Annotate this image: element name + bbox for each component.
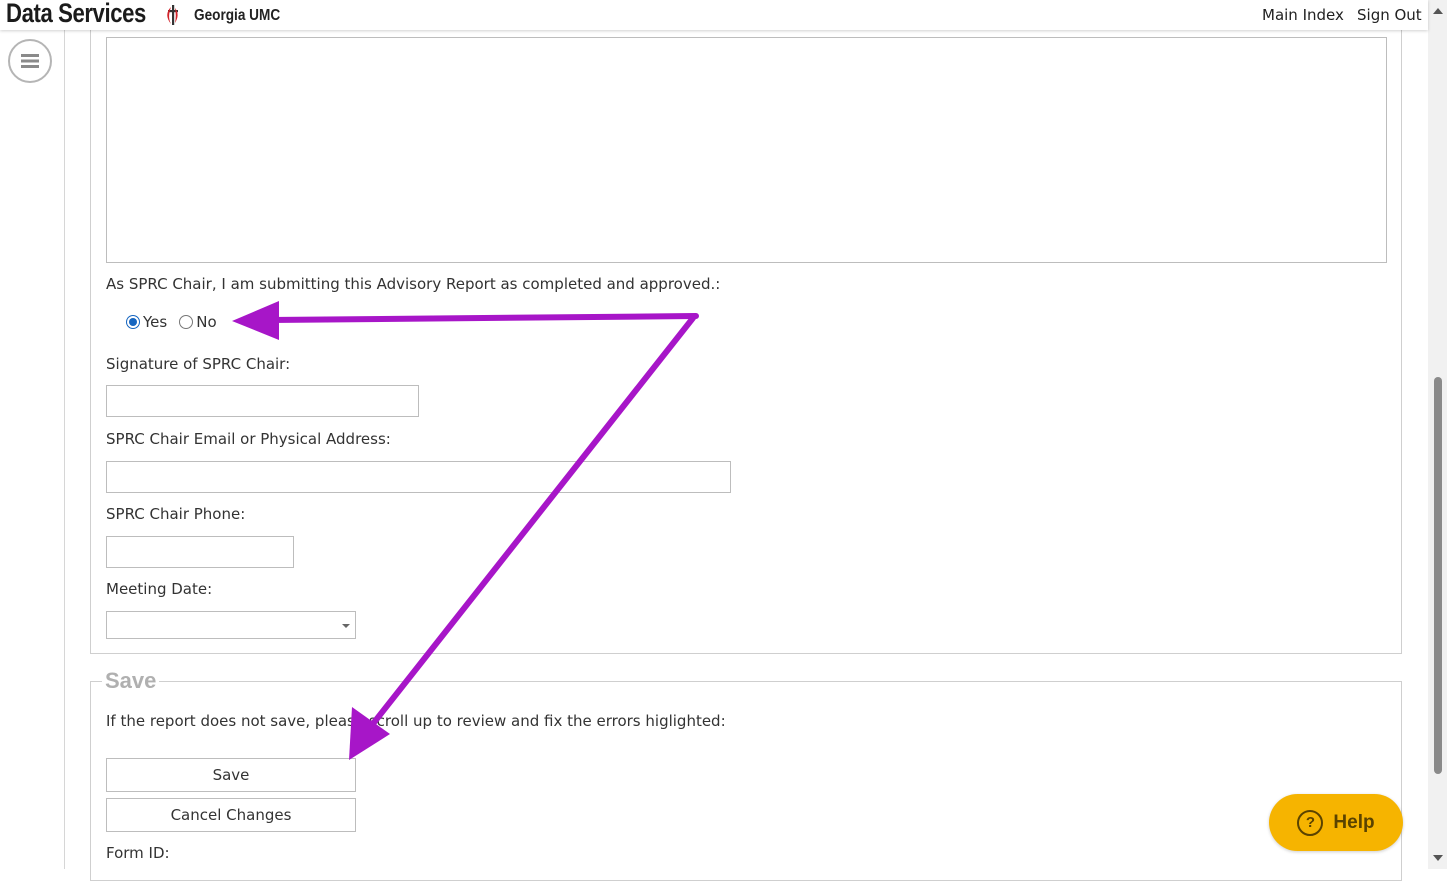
approval-question-label: As SPRC Chair, I am submitting this Advi… <box>106 275 721 293</box>
signature-label: Signature of SPRC Chair: <box>106 355 291 373</box>
email-label: SPRC Chair Email or Physical Address: <box>106 430 391 448</box>
save-button[interactable]: Save <box>106 758 356 792</box>
email-address-input[interactable] <box>106 461 731 493</box>
cancel-changes-button[interactable]: Cancel Changes <box>106 798 356 832</box>
radio-yes-label[interactable]: Yes <box>143 313 167 331</box>
cross-flame-logo-icon <box>167 5 178 25</box>
app-title: Data Services <box>6 0 146 28</box>
vertical-scrollbar[interactable] <box>1428 0 1447 869</box>
signature-input[interactable] <box>106 385 419 417</box>
hamburger-icon <box>21 54 39 68</box>
scroll-up-icon[interactable] <box>1433 8 1443 14</box>
radio-yes[interactable] <box>126 315 140 329</box>
chevron-down-icon <box>342 624 350 628</box>
form-id-label: Form ID: <box>106 844 170 862</box>
question-icon: ? <box>1297 809 1324 836</box>
save-instructions: If the report does not save, please scro… <box>106 712 726 730</box>
org-name: Georgia UMC <box>194 7 281 24</box>
top-bar: Data Services Georgia UMC Main Index Sig… <box>0 0 1428 30</box>
scroll-thumb[interactable] <box>1434 377 1442 774</box>
phone-input[interactable] <box>106 536 294 568</box>
save-legend: Save <box>102 668 160 694</box>
main-index-link[interactable]: Main Index <box>1262 6 1344 24</box>
radio-no-label[interactable]: No <box>196 313 216 331</box>
approval-radio-group: Yes No <box>126 312 229 332</box>
help-label: Help <box>1333 811 1375 833</box>
phone-label: SPRC Chair Phone: <box>106 505 246 523</box>
help-button[interactable]: ? Help <box>1269 794 1403 851</box>
meeting-date-select[interactable] <box>106 611 356 639</box>
radio-no[interactable] <box>179 315 194 329</box>
meeting-date-label: Meeting Date: <box>106 580 213 598</box>
scroll-down-icon[interactable] <box>1433 855 1443 861</box>
sign-out-link[interactable]: Sign Out <box>1357 6 1422 24</box>
comments-textarea[interactable] <box>106 37 1387 263</box>
sidebar <box>0 30 65 869</box>
menu-button[interactable] <box>8 39 52 83</box>
